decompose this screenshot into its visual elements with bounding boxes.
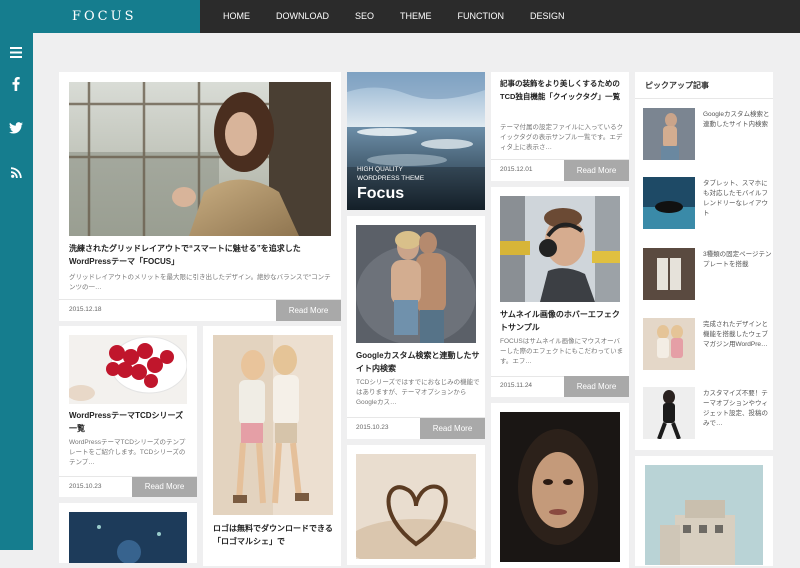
read-more-button[interactable]: Read More	[276, 300, 341, 321]
pickup-text[interactable]: 3種類の固定ページテンプレートを搭載	[703, 250, 773, 270]
nav-function[interactable]: FUNCTION	[445, 0, 518, 33]
divider	[635, 98, 773, 99]
read-more-button[interactable]: Read More	[564, 376, 629, 397]
post-title[interactable]: 洗練されたグリッドレイアウトで“スマートに魅せる”を追求したWordPressテ…	[69, 242, 331, 268]
post-excerpt: グリッドレイアウトのメリットを最大限に引き出したデザイン。絶妙なバランスで“コン…	[69, 274, 331, 291]
main-nav: HOME DOWNLOAD SEO THEME FUNCTION DESIGN	[210, 0, 578, 33]
read-more-button[interactable]: Read More	[420, 418, 485, 439]
post-excerpt: TCDシリーズではすでにおなじみの機能ではありますが、テーマオプションからGoo…	[356, 379, 480, 406]
post-card-large[interactable]: 洗練されたグリッドレイアウトで“スマートに魅せる”を追求したWordPressテ…	[59, 72, 341, 321]
post-excerpt: WordPressテーマTCDシリーズのテンプレートをご紹介します。TCDシリー…	[69, 439, 186, 466]
nav-home[interactable]: HOME	[210, 0, 263, 33]
hero-banner[interactable]: HIGH QUALITY WORDPRESS THEME Focus	[347, 72, 485, 210]
post-card[interactable]: WordPressテーマTCDシリーズ一覧 WordPressテーマTCDシリー…	[59, 326, 197, 497]
pickup-thumbnail[interactable]	[643, 318, 695, 370]
pickup-text[interactable]: Googleカスタム検索と連動したサイト内検索	[703, 110, 773, 130]
post-date: 2015.11.24	[500, 382, 533, 389]
post-thumbnail[interactable]	[213, 335, 333, 515]
pickup-thumbnail[interactable]	[643, 177, 695, 229]
nav-design[interactable]: DESIGN	[517, 0, 578, 33]
pickup-thumbnail[interactable]	[643, 387, 695, 439]
nav-download[interactable]: DOWNLOAD	[263, 0, 342, 33]
post-date: 2015.12.18	[69, 306, 102, 313]
menu-icon[interactable]	[7, 43, 25, 61]
post-title[interactable]: WordPressテーマTCDシリーズ一覧	[69, 409, 191, 435]
nav-seo[interactable]: SEO	[342, 0, 387, 33]
pickup-title: ピックアップ記事	[645, 81, 709, 90]
post-date: 2015.10.23	[69, 483, 102, 490]
post-thumbnail[interactable]	[69, 512, 187, 563]
pickup-thumbnail[interactable]	[643, 108, 695, 160]
post-title[interactable]: サムネイル画像のホバーエフェクトサンプル	[500, 308, 624, 334]
pickup-text[interactable]: 完成されたデザインと機能を搭載したウェブマガジン用WordPre…	[703, 320, 773, 350]
pickup-thumbnail[interactable]	[643, 248, 695, 300]
post-thumbnail[interactable]	[356, 225, 476, 343]
read-more-button[interactable]: Read More	[132, 477, 197, 497]
post-card[interactable]: ロゴは無料でダウンロードできる「ロゴマルシェ」で	[203, 326, 341, 566]
post-thumbnail[interactable]	[69, 335, 187, 404]
post-excerpt: FOCUSはサムネイル画像にマウスオーバーした際のエフェクトにもこだわっています…	[500, 338, 624, 365]
post-card[interactable]	[491, 403, 629, 568]
hero-subtitle-2: WORDPRESS THEME	[357, 175, 425, 182]
post-card[interactable]: Googleカスタム検索と連動したサイト内検索 TCDシリーズではすでにおなじみ…	[347, 216, 485, 439]
pickup-item[interactable]: Googleカスタム検索と連動したサイト内検索	[643, 108, 769, 168]
post-card[interactable]	[347, 445, 485, 565]
pickup-text[interactable]: タブレット、スマホにも対応したモバイルフレンドリーなレイアウト	[703, 179, 773, 219]
post-thumbnail[interactable]	[645, 465, 763, 565]
post-thumbnail[interactable]	[356, 454, 476, 559]
post-excerpt: テーマ付属の設定ファイルに入っているクイックタグの表示サンプル一覧です。エディタ…	[500, 124, 624, 151]
post-title[interactable]: 記事の装飾をより美しくするための TCD独自機能「クイックタグ」一覧	[500, 77, 624, 103]
read-more-button[interactable]: Read More	[564, 160, 629, 181]
pickup-text[interactable]: カスタマイズ不要！テーマオプションやウィジェット設定、投稿のみで…	[703, 389, 773, 429]
twitter-icon[interactable]	[7, 119, 25, 137]
rss-icon[interactable]	[7, 163, 25, 181]
pickup-widget: ピックアップ記事 Googleカスタム検索と連動したサイト内検索 タブレット、ス…	[635, 72, 773, 450]
post-title[interactable]: ロゴは無料でダウンロードできる「ロゴマルシェ」で	[213, 522, 337, 548]
facebook-icon[interactable]	[7, 75, 25, 93]
pickup-item[interactable]: タブレット、スマホにも対応したモバイルフレンドリーなレイアウト	[643, 177, 768, 237]
pickup-item[interactable]: 3種類の固定ページテンプレートを搭載	[643, 248, 772, 308]
hero-subtitle-1: HIGH QUALITY	[357, 166, 403, 173]
post-thumbnail[interactable]	[500, 196, 620, 302]
nav-theme[interactable]: THEME	[387, 0, 445, 33]
pickup-item[interactable]: 完成されたデザインと機能を搭載したウェブマガジン用WordPre…	[643, 318, 768, 378]
post-card[interactable]: 記事の装飾をより美しくするための TCD独自機能「クイックタグ」一覧 テーマ付属…	[491, 72, 629, 181]
post-thumbnail[interactable]	[500, 412, 620, 562]
hero-title: Focus	[357, 185, 405, 202]
post-date: 2015.10.23	[356, 424, 389, 431]
post-thumbnail[interactable]	[69, 82, 331, 236]
post-title[interactable]: Googleカスタム検索と連動したサイト内検索	[356, 349, 480, 375]
top-bar: FOCUS HOME DOWNLOAD SEO THEME FUNCTION D…	[0, 0, 800, 33]
post-card[interactable]	[59, 503, 197, 563]
pickup-item[interactable]: カスタマイズ不要！テーマオプションやウィジェット設定、投稿のみで…	[643, 387, 768, 447]
post-card[interactable]: サムネイル画像のホバーエフェクトサンプル FOCUSはサムネイル画像にマウスオー…	[491, 187, 629, 397]
post-date: 2015.12.01	[500, 166, 533, 173]
site-logo[interactable]: FOCUS	[0, 0, 200, 33]
side-bar	[0, 33, 33, 550]
